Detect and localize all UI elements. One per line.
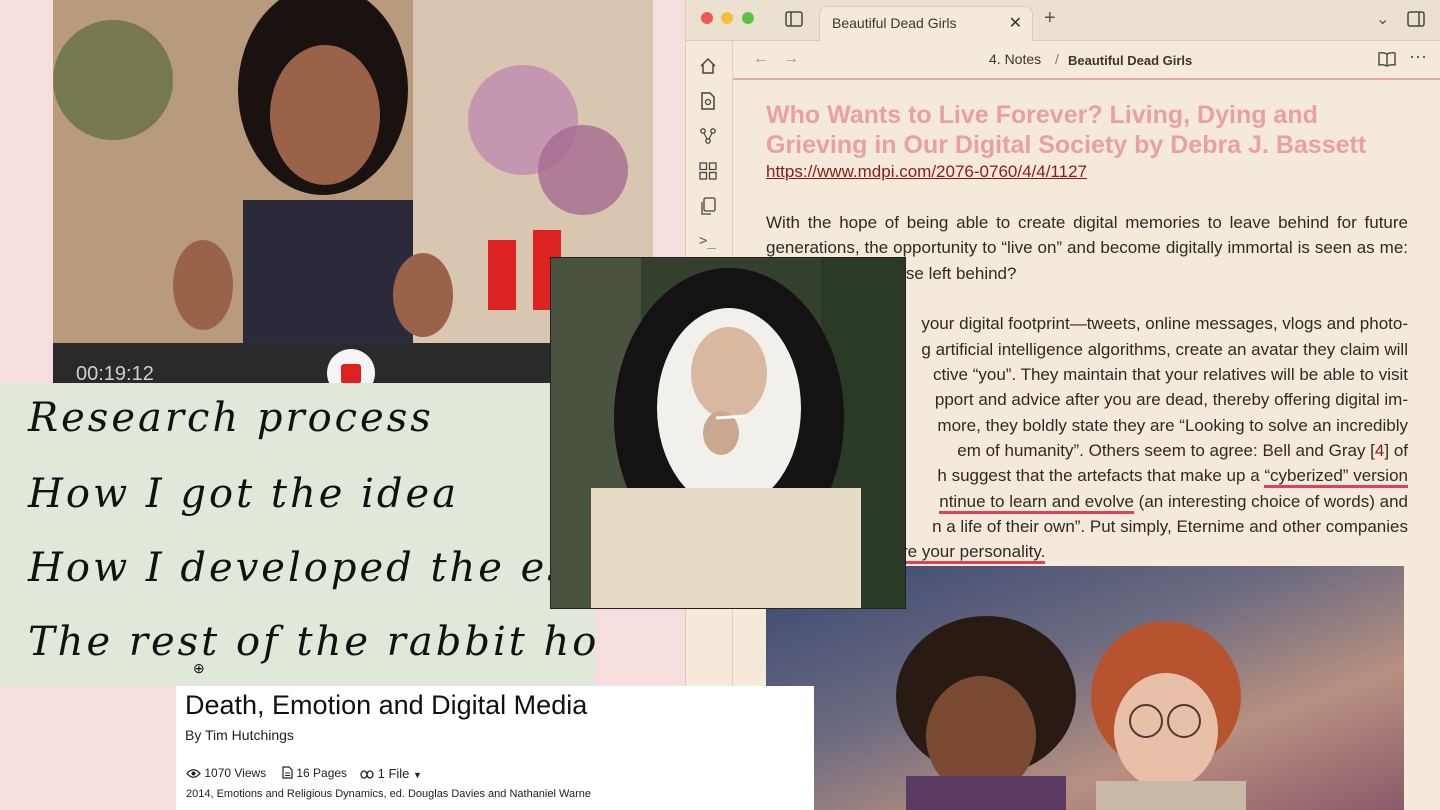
views-meta: 1070 Views [186,766,266,780]
eye-icon [186,769,201,778]
maximize-window-button[interactable] [742,12,754,24]
paragraph-1-text: With the hope of being able to create di… [766,213,1408,258]
copy-icon[interactable] [699,197,717,215]
right-sidebar-toggle-icon[interactable] [1407,11,1425,27]
breadcrumb-folder[interactable]: 4. Notes [989,51,1041,67]
breadcrumb-file[interactable]: Beautiful Dead Girls [1068,53,1192,68]
para2-line-text: h suggest that the artefacts that make u… [937,466,1260,485]
new-tab-icon[interactable]: + [1044,8,1056,28]
close-window-button[interactable] [701,12,713,24]
note-title: Who Wants to Live Forever? Living, Dying… [766,101,1367,159]
paper-author[interactable]: By Tim Hutchings [185,727,294,743]
views-count: 1070 Views [204,766,267,780]
handwritten-line: How I got the idea [28,471,460,517]
forward-arrow-icon[interactable]: → [783,51,799,67]
handwritten-line: The rest of the rabbit hole [28,619,595,665]
stop-icon [341,364,361,384]
handwritten-line: Research process [28,395,434,441]
record-button[interactable] [327,349,375,385]
highlight-personality: re your personality. [902,542,1046,564]
graph-view-icon[interactable] [699,127,717,145]
source-link[interactable]: https://www.mdpi.com/2076-0760/4/4/1127 [766,162,1087,182]
paper-title[interactable]: Death, Emotion and Digital Media [185,690,587,721]
paper-card: Death, Emotion and Digital Media By Tim … [176,686,814,810]
more-options-icon[interactable]: ⋯ [1409,48,1427,66]
para2-line-text: em of humanity”. Others seem to agree: B… [957,441,1375,460]
document-icon [282,766,293,779]
recording-time: 00:19:12 [76,363,154,385]
handwritten-list: Research process How I got the idea How … [0,383,595,686]
files-dropdown[interactable]: 1 File ▼ [360,766,422,781]
breadcrumb-separator: / [1055,51,1059,67]
reading-view-icon[interactable] [1378,51,1396,67]
pages-meta: 16 Pages [282,766,347,780]
after-evolve: (an interesting choice of words) and [1133,492,1408,511]
home-icon[interactable] [699,57,717,75]
terminal-icon[interactable]: >_ [699,233,716,249]
nun-photo [550,257,906,609]
search-file-icon[interactable] [699,92,717,110]
files-count: 1 File [377,766,410,781]
nun-smoking-illustration [551,258,905,608]
minimize-window-button[interactable] [721,12,733,24]
zoom-cursor-icon: ⊕ [193,660,205,676]
paper-description: 2014, Emotions and Religious Dynamics, e… [186,788,591,800]
link-icon [360,770,374,779]
nav-bar: ← → 4. Notes / Beautiful Dead Girls ⋯ [733,40,1440,80]
caret-down-icon: ▼ [413,770,422,780]
tab-title: Beautiful Dead Girls [832,15,957,31]
after-citation: ] of [1384,441,1408,460]
sidebar-toggle-icon[interactable] [785,11,803,27]
highlight-evolve: ntinue to learn and evolve [939,492,1134,514]
highlight-cyberized: “cyberized” version [1264,466,1408,488]
close-tab-icon[interactable]: ✕ [1009,13,1022,33]
chevron-down-icon[interactable]: ⌄ [1376,12,1389,28]
pages-count: 16 Pages [296,766,348,780]
canvas-icon[interactable] [699,162,717,180]
title-bar: Beautiful Dead Girls ✕ + ⌄ [686,0,1440,41]
tab-beautiful-dead-girls[interactable]: Beautiful Dead Girls ✕ [819,6,1033,41]
handwritten-line: How I developed the essay [28,545,595,591]
citation-link[interactable]: 4 [1375,441,1384,460]
back-arrow-icon[interactable]: ← [753,51,769,67]
